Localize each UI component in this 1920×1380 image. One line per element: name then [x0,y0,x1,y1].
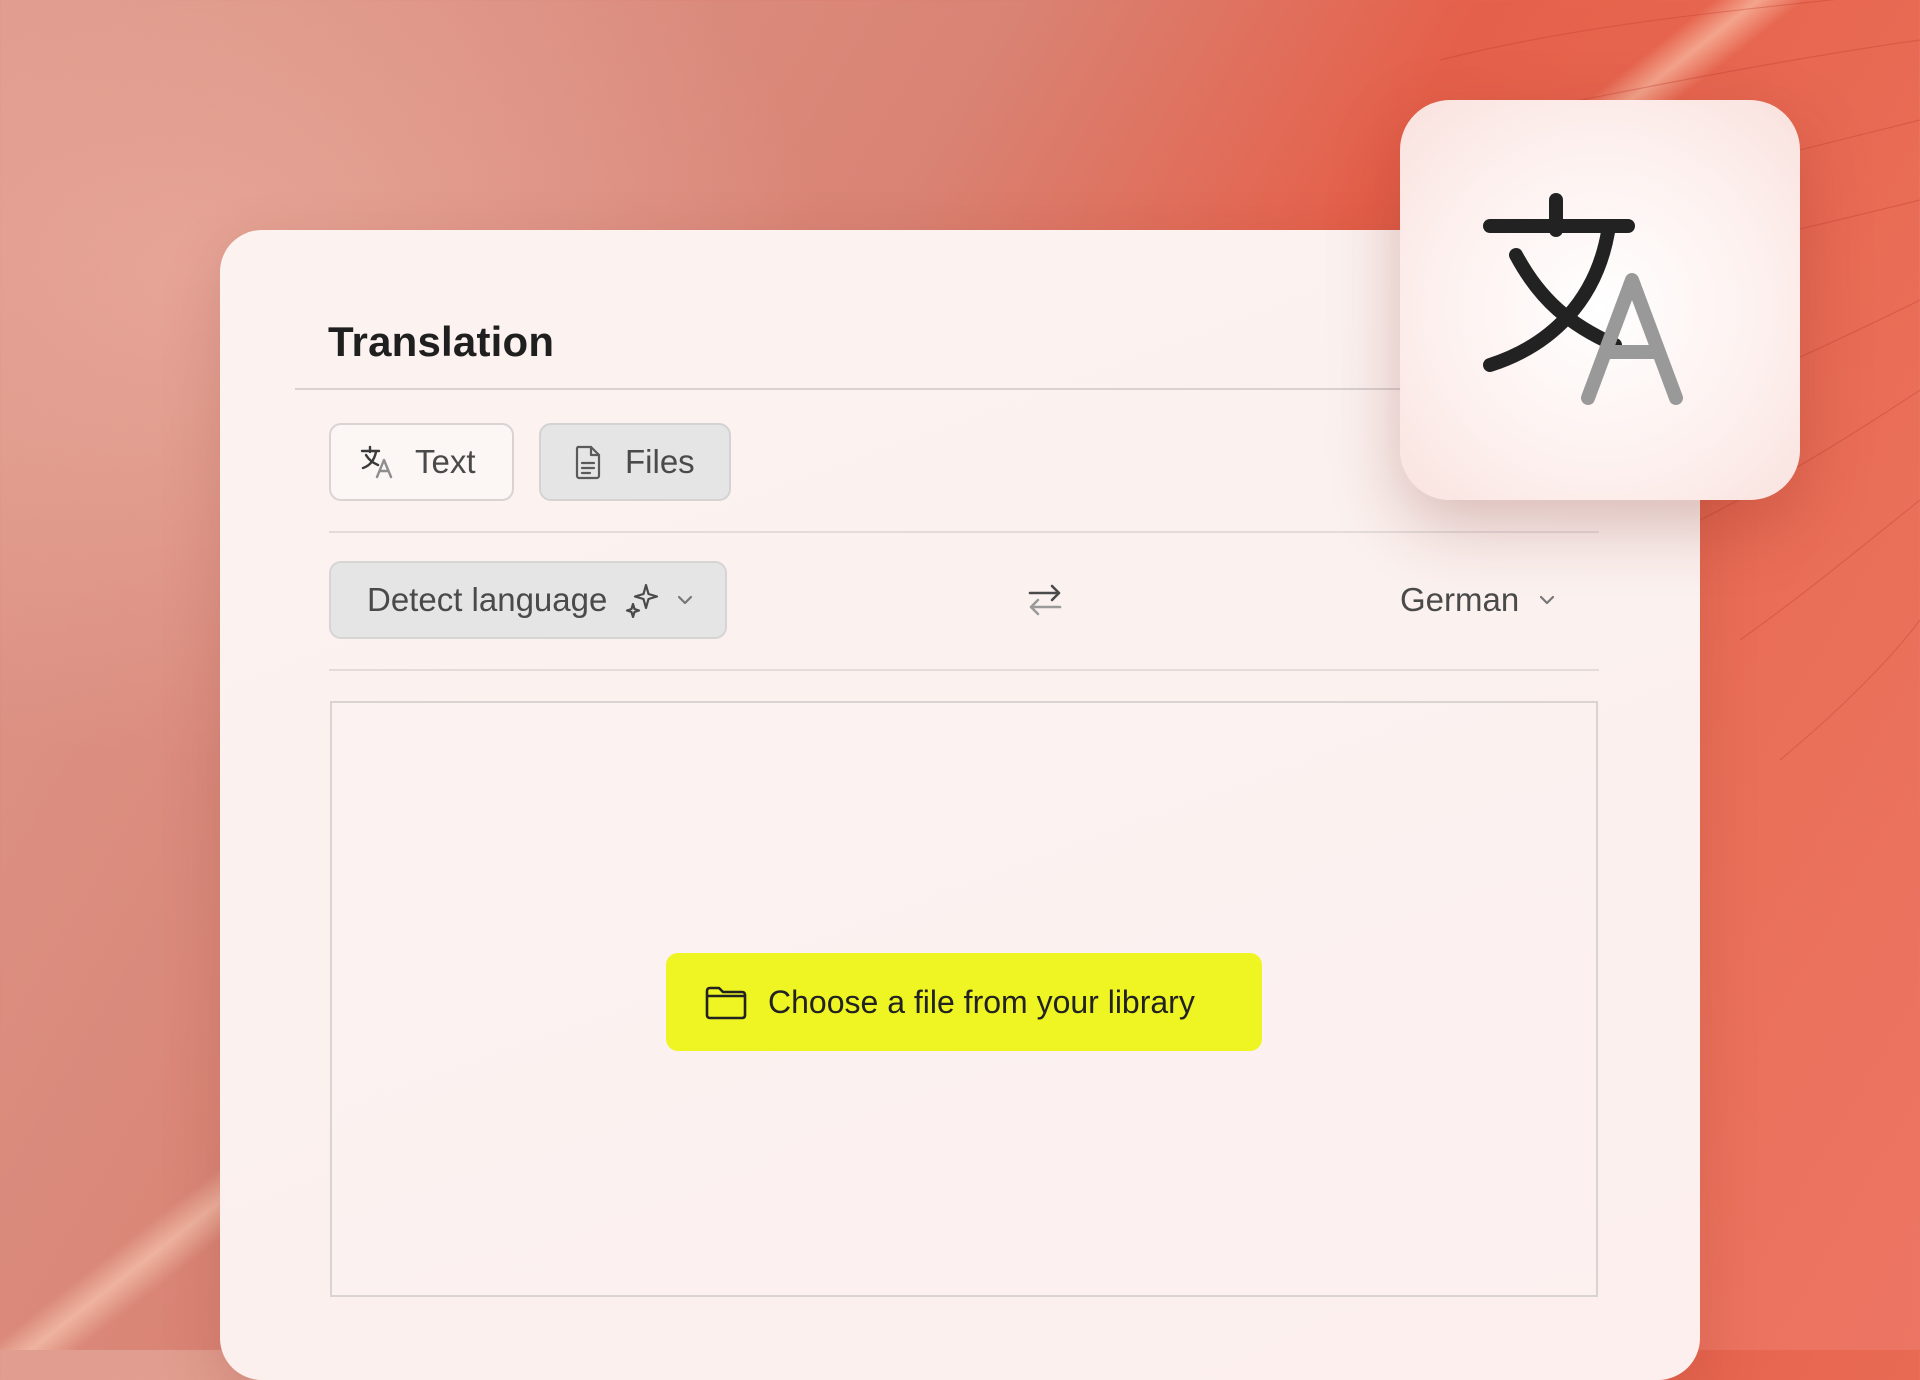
language-divider [329,669,1599,671]
translate-icon [1483,193,1683,405]
file-dropzone[interactable]: Choose a file from your library [330,701,1598,1297]
app-icon [1400,100,1800,500]
source-language-select[interactable]: Detect language [329,561,727,639]
tabs-divider [329,531,1599,533]
swap-languages-button[interactable] [1020,575,1070,625]
target-language-value: German [1400,581,1520,618]
choose-file-label: Choose a file from your library [768,983,1195,1020]
target-language-select[interactable]: German [1400,561,1557,639]
source-language-value: Detect language [367,581,608,618]
document-icon [575,445,601,480]
folder-icon [705,986,747,1020]
chevron-down-icon [677,595,693,605]
choose-file-button[interactable]: Choose a file from your library [666,953,1262,1051]
title-divider [295,388,1495,390]
sparkle-icon [625,583,659,618]
translate-icon [360,445,393,479]
tab-text[interactable]: Text [329,423,514,501]
tab-files[interactable]: Files [539,423,731,501]
page-title: Translation [328,318,555,365]
tab-files-label: Files [625,443,695,480]
swap-arrows-icon [1028,584,1062,616]
tab-text-label: Text [415,443,476,480]
chevron-down-icon [1540,595,1555,605]
